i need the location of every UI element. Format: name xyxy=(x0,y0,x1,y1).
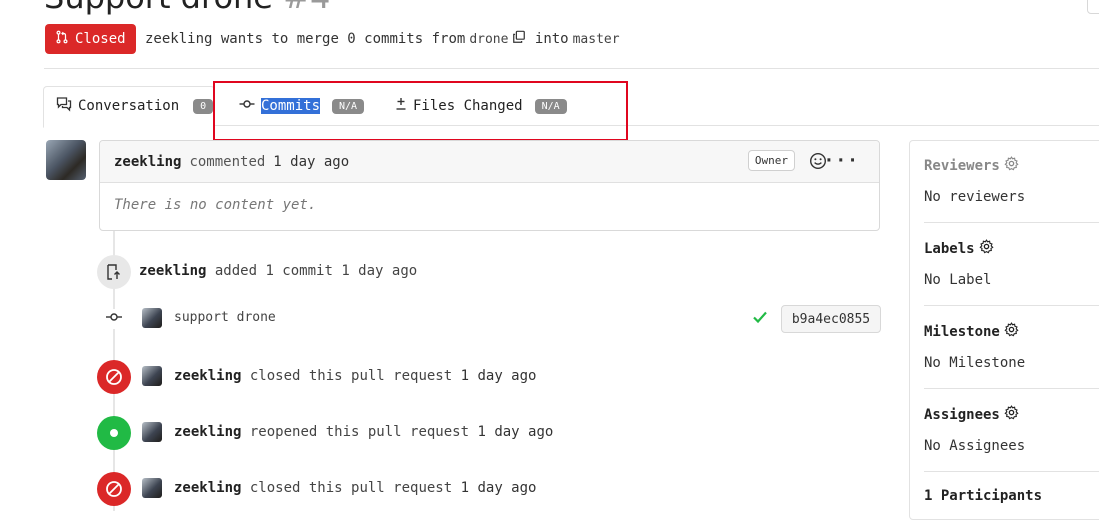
timeline-event-reopened: zeekling reopened this pull request 1 da… xyxy=(174,424,553,440)
event-author[interactable]: zeekling xyxy=(174,480,241,496)
dot-icon xyxy=(97,416,131,450)
into-text: into xyxy=(534,31,569,47)
pr-number: #4 xyxy=(283,0,330,16)
avatar[interactable] xyxy=(142,366,162,386)
event-text: closed this pull request xyxy=(249,480,453,496)
comment-box: zeekling commented 1 day ago Owner ··· T… xyxy=(99,140,880,231)
milestone-value: No Milestone xyxy=(924,355,1026,371)
annotation-highlight-box xyxy=(213,81,628,141)
blocked-icon xyxy=(97,360,131,394)
timeline-event-closed: zeekling closed this pull request 1 day … xyxy=(174,480,536,496)
labels-title: Labels xyxy=(924,240,975,257)
event-author[interactable]: zeekling xyxy=(139,263,206,279)
event-text: closed this pull request xyxy=(249,368,453,384)
comment-body: There is no content yet. xyxy=(114,197,317,213)
gear-icon[interactable] xyxy=(1004,156,1019,175)
reviewers-heading[interactable]: Reviewers xyxy=(924,156,1019,175)
gear-icon[interactable] xyxy=(979,239,994,258)
milestone-title: Milestone xyxy=(924,323,1000,340)
event-time[interactable]: 1 day ago xyxy=(477,424,553,440)
commit-sha-button[interactable]: b9a4ec0855 xyxy=(781,305,881,333)
tab-conversation-label: Conversation xyxy=(78,98,180,114)
commit-icon xyxy=(105,309,123,329)
sidebar-divider xyxy=(924,388,1099,389)
sidebar-divider xyxy=(924,305,1099,306)
merge-author[interactable]: zeekling xyxy=(145,31,212,47)
avatar[interactable] xyxy=(142,422,162,442)
labels-heading[interactable]: Labels xyxy=(924,239,994,258)
pull-request-icon xyxy=(55,30,69,48)
comment-author[interactable]: zeekling xyxy=(114,154,181,170)
edit-button[interactable] xyxy=(1087,0,1099,14)
event-time[interactable]: 1 day ago xyxy=(461,368,537,384)
avatar[interactable] xyxy=(142,478,162,498)
timeline-event-commit-push: zeekling added 1 commit 1 day ago xyxy=(139,263,417,279)
avatar[interactable] xyxy=(142,308,162,328)
reviewers-value: No reviewers xyxy=(924,189,1026,205)
labels-value: No Label xyxy=(924,272,992,288)
merge-text: wants to merge 0 commits from xyxy=(220,31,466,47)
assignees-title: Assignees xyxy=(924,406,1000,423)
page-title: Support drone #4 xyxy=(44,0,330,16)
participants-title: 1 Participants xyxy=(924,488,1043,504)
gear-icon[interactable] xyxy=(1004,405,1019,424)
status-badge: Closed xyxy=(45,24,136,54)
blocked-icon xyxy=(97,472,131,506)
event-text: added 1 commit xyxy=(214,263,333,279)
comment-header: zeekling commented 1 day ago Owner ··· xyxy=(100,141,879,183)
tab-conversation[interactable]: Conversation 0 xyxy=(56,96,214,116)
assignees-heading[interactable]: Assignees xyxy=(924,405,1019,424)
header-divider xyxy=(44,68,1099,69)
tab-conversation-count: 0 xyxy=(193,98,214,114)
status-label: Closed xyxy=(75,31,126,47)
event-author[interactable]: zeekling xyxy=(174,368,241,384)
commit-message[interactable]: support drone xyxy=(174,310,276,325)
comment-action: commented xyxy=(189,153,266,170)
sidebar-divider xyxy=(924,471,1099,472)
merge-info: zeekling wants to merge 0 commits from d… xyxy=(145,30,624,48)
more-icon[interactable]: ··· xyxy=(823,150,859,171)
repo-push-icon xyxy=(97,255,131,289)
avatar[interactable] xyxy=(46,140,86,180)
event-time[interactable]: 1 day ago xyxy=(461,480,537,496)
event-author[interactable]: zeekling xyxy=(174,424,241,440)
assignees-value: No Assignees xyxy=(924,438,1026,454)
comments-icon xyxy=(56,96,72,116)
check-icon xyxy=(752,309,768,329)
reviewers-title: Reviewers xyxy=(924,157,1000,174)
event-time[interactable]: 1 day ago xyxy=(341,263,417,279)
owner-badge: Owner xyxy=(747,150,795,171)
from-branch[interactable]: drone xyxy=(469,32,508,47)
gear-icon[interactable] xyxy=(1004,322,1019,341)
copy-icon[interactable] xyxy=(512,30,526,48)
comment-time[interactable]: 1 day ago xyxy=(273,154,349,170)
event-text: reopened this pull request xyxy=(249,424,470,440)
timeline-event-closed: zeekling closed this pull request 1 day … xyxy=(174,368,536,384)
sidebar-divider xyxy=(924,222,1099,223)
to-branch[interactable]: master xyxy=(573,32,620,47)
milestone-heading[interactable]: Milestone xyxy=(924,322,1019,341)
pr-title: Support drone xyxy=(44,0,273,16)
